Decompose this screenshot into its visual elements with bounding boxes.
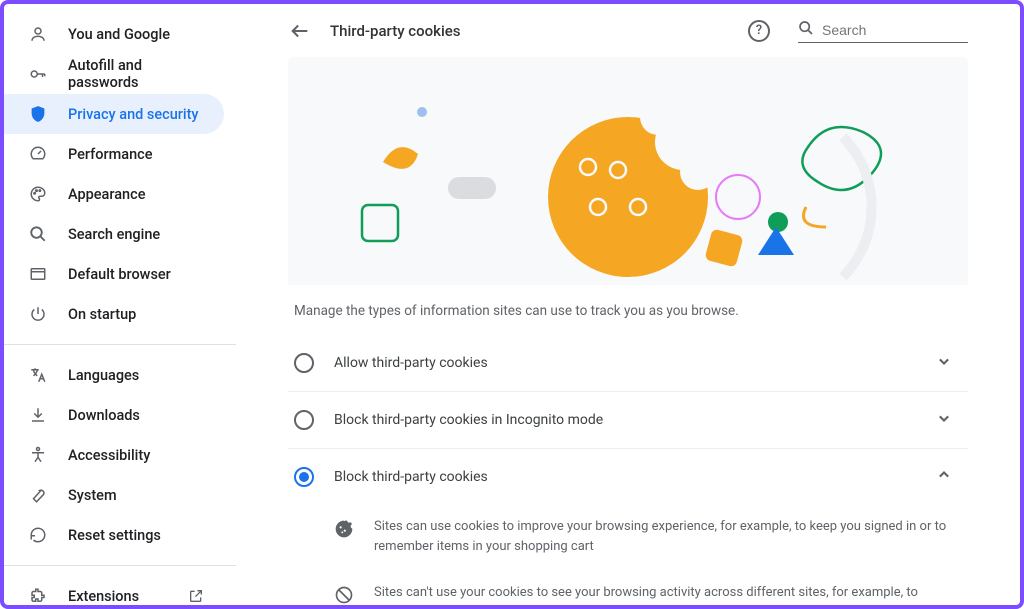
- shield-icon: [28, 104, 48, 124]
- reset-icon: [28, 525, 48, 545]
- search-field[interactable]: [798, 18, 968, 43]
- sidebar-item-label: Languages: [68, 367, 139, 384]
- sidebar-item-label: Accessibility: [68, 447, 150, 464]
- sidebar-item-autofill[interactable]: Autofill and passwords: [4, 54, 224, 94]
- sidebar-item-on-startup[interactable]: On startup: [4, 294, 224, 334]
- help-button[interactable]: ?: [748, 20, 770, 42]
- option-label: Allow third-party cookies: [334, 355, 914, 371]
- wrench-icon: [28, 485, 48, 505]
- radio-icon: [294, 353, 314, 373]
- sidebar-item-label: On startup: [68, 306, 136, 323]
- sidebar-item-label: Performance: [68, 146, 153, 163]
- speedometer-icon: [28, 144, 48, 164]
- back-button[interactable]: [288, 19, 312, 43]
- sidebar-item-you-and-google[interactable]: You and Google: [4, 14, 224, 54]
- settings-sidebar[interactable]: You and Google Autofill and passwords Pr…: [4, 4, 236, 605]
- sidebar-item-label: Appearance: [68, 186, 145, 203]
- person-icon: [28, 24, 48, 44]
- sidebar-item-label: Default browser: [68, 266, 171, 283]
- cookie-option-block[interactable]: Block third-party cookies: [288, 449, 968, 505]
- sidebar-item-label: Downloads: [68, 407, 140, 424]
- sidebar-item-label: Search engine: [68, 226, 160, 243]
- detail-text: Sites can't use your cookies to see your…: [374, 583, 962, 605]
- search-input[interactable]: [822, 22, 968, 38]
- radio-icon: [294, 410, 314, 430]
- detail-item-cookies-allowed: Sites can use cookies to improve your br…: [288, 505, 968, 571]
- cookie-icon: [334, 519, 354, 539]
- sidebar-item-label: Autofill and passwords: [68, 57, 206, 91]
- chevron-down-icon[interactable]: [934, 351, 954, 375]
- sidebar-item-label: Reset settings: [68, 527, 161, 544]
- sidebar-item-label: System: [68, 487, 117, 504]
- main-content[interactable]: Third-party cookies ?: [236, 4, 1020, 605]
- palette-icon: [28, 184, 48, 204]
- sidebar-item-default-browser[interactable]: Default browser: [4, 254, 224, 294]
- sidebar-item-search-engine[interactable]: Search engine: [4, 214, 224, 254]
- sidebar-item-label: You and Google: [68, 26, 170, 43]
- sidebar-divider: [4, 344, 236, 345]
- sidebar-item-appearance[interactable]: Appearance: [4, 174, 224, 214]
- sidebar-item-privacy[interactable]: Privacy and security: [4, 94, 224, 134]
- sidebar-item-accessibility[interactable]: Accessibility: [4, 435, 224, 475]
- sidebar-item-performance[interactable]: Performance: [4, 134, 224, 174]
- section-description: Manage the types of information sites ca…: [294, 303, 968, 319]
- browser-icon: [28, 264, 48, 284]
- block-icon: [334, 585, 354, 605]
- cookie-option-block-incognito[interactable]: Block third-party cookies in Incognito m…: [288, 392, 968, 449]
- detail-text: Sites can use cookies to improve your br…: [374, 517, 962, 557]
- sidebar-item-reset[interactable]: Reset settings: [4, 515, 224, 555]
- open-external-icon: [186, 586, 206, 605]
- power-icon: [28, 304, 48, 324]
- download-icon: [28, 405, 48, 425]
- option-label: Block third-party cookies: [334, 469, 914, 485]
- sidebar-item-system[interactable]: System: [4, 475, 224, 515]
- extension-icon: [28, 586, 48, 605]
- search-icon: [798, 20, 814, 40]
- search-icon: [28, 224, 48, 244]
- sidebar-item-label: Extensions: [68, 588, 139, 605]
- detail-item-cookies-blocked: Sites can't use your cookies to see your…: [288, 571, 968, 605]
- hero-illustration: [288, 57, 968, 285]
- chevron-down-icon[interactable]: [934, 408, 954, 432]
- option-label: Block third-party cookies in Incognito m…: [334, 412, 914, 428]
- key-icon: [28, 64, 48, 84]
- translate-icon: [28, 365, 48, 385]
- sidebar-item-extensions[interactable]: Extensions: [4, 576, 224, 605]
- accessibility-icon: [28, 445, 48, 465]
- sidebar-divider: [4, 565, 236, 566]
- sidebar-item-label: Privacy and security: [68, 106, 199, 123]
- page-header: Third-party cookies ?: [288, 4, 968, 57]
- sidebar-item-downloads[interactable]: Downloads: [4, 395, 224, 435]
- radio-icon: [294, 467, 314, 487]
- page-title: Third-party cookies: [330, 22, 730, 40]
- cookie-option-allow[interactable]: Allow third-party cookies: [288, 335, 968, 392]
- sidebar-item-languages[interactable]: Languages: [4, 355, 224, 395]
- chevron-up-icon[interactable]: [934, 465, 954, 489]
